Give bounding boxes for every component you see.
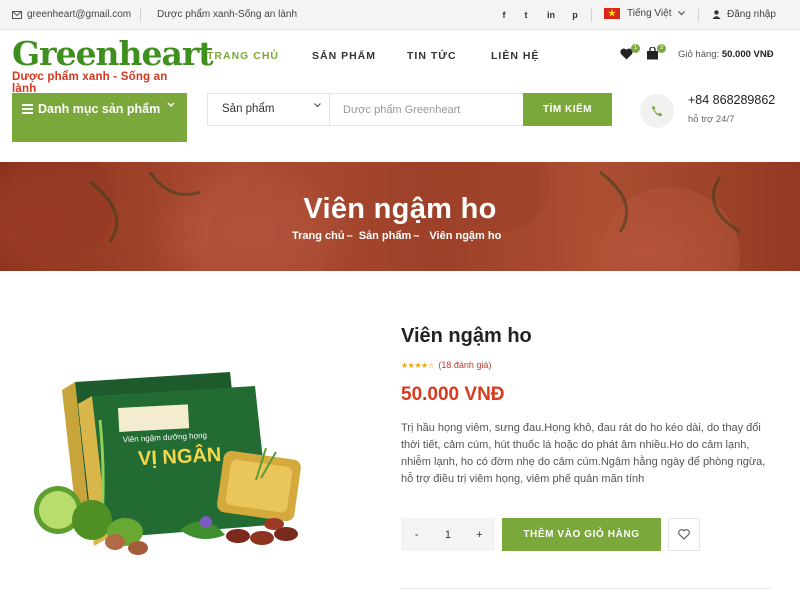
product-image[interactable]: Viên ngậm dưỡng họng VỊ NGÂN — [30, 360, 320, 560]
breadcrumb: Trang chủ – Sản phẩm – Viên ngậm ho — [292, 230, 501, 242]
email-contact[interactable]: greenheart@gmail.com — [12, 9, 131, 20]
login-label: Đăng nhập — [727, 9, 776, 20]
wishlist-button[interactable]: 1 — [620, 44, 640, 61]
review-count: (18 đánh giá) — [438, 360, 492, 370]
divider — [698, 8, 699, 22]
linkedin-icon[interactable]: in — [543, 8, 559, 22]
quantity-decrease-button[interactable]: - — [401, 529, 432, 541]
language-selector[interactable]: Tiếng Việt — [604, 8, 686, 19]
cart-label: Giỏ hàng: — [678, 49, 720, 60]
quantity-increase-button[interactable]: + — [464, 529, 495, 541]
site-logo[interactable]: Greenheart Dược phẩm xanh - Sống an lành — [12, 34, 214, 95]
support-hours: hỗ trợ 24/7 — [688, 114, 735, 125]
quantity-stepper: - 1 + — [401, 518, 495, 551]
divider — [140, 8, 141, 22]
search-button[interactable]: TÌM KIẾM — [523, 93, 612, 126]
search-category-value: Sản phẩm — [222, 103, 275, 115]
category-menu-button[interactable]: Danh mục sản phẩm — [12, 93, 187, 142]
user-icon — [712, 10, 721, 19]
envelope-icon — [12, 10, 22, 19]
facebook-icon[interactable]: f — [496, 8, 512, 22]
login-link[interactable]: Đăng nhập — [712, 9, 776, 20]
phone-icon-circle — [640, 94, 674, 128]
quantity-value[interactable]: 1 — [432, 529, 463, 541]
nav-home[interactable]: TRANG CHỦ — [207, 50, 279, 62]
chevron-down-icon — [167, 102, 175, 108]
header-actions: 1 3 — [620, 44, 666, 61]
search-category-select[interactable]: Sản phẩm — [208, 94, 330, 125]
language-label: Tiếng Việt — [627, 8, 672, 19]
search-input[interactable] — [331, 94, 526, 125]
top-bar: greenheart@gmail.com Dược phẩm xanh-Sống… — [0, 0, 800, 30]
divider — [591, 8, 592, 22]
breadcrumb-separator: – — [413, 230, 420, 242]
breadcrumb-current: Viên ngậm ho — [429, 230, 502, 242]
cart-total[interactable]: Giỏ hàng: 50.000 VNĐ — [678, 49, 774, 60]
nav-contact[interactable]: LIÊN HỆ — [491, 50, 539, 62]
product-title: Viên ngậm ho — [401, 325, 532, 347]
page-title: Viên ngậm ho — [303, 193, 497, 225]
nav-products[interactable]: SẢN PHẨM — [312, 50, 376, 62]
category-menu-label: Danh mục sản phẩm — [38, 102, 161, 116]
add-to-cart-button[interactable]: THÊM VÀO GIỎ HÀNG — [502, 518, 661, 551]
wishlist-count-badge: 1 — [631, 44, 640, 53]
vietnam-flag-icon — [604, 8, 620, 19]
chevron-down-icon — [678, 11, 686, 16]
twitter-icon[interactable]: t — [518, 8, 534, 22]
breadcrumb-separator: – — [346, 230, 353, 242]
add-to-wishlist-button[interactable] — [668, 518, 700, 551]
cart-count-badge: 3 — [657, 44, 666, 53]
hamburger-icon — [22, 104, 33, 116]
product-price: 50.000 VNĐ — [401, 384, 505, 405]
product-description: Trị hầu họng viêm, sưng đau.Họng khô, đa… — [401, 422, 766, 485]
product-rating[interactable]: ★★★★☆ (18 đánh giá) — [401, 360, 491, 370]
nav-news[interactable]: TIN TỨC — [407, 50, 457, 62]
cart-button[interactable]: 3 — [646, 44, 666, 61]
cart-amount: 50.000 VNĐ — [721, 49, 774, 60]
logo-name: Greenheart — [12, 34, 214, 73]
search-bar: Sản phẩm TÌM KIẾM — [207, 93, 612, 126]
pinterest-icon[interactable]: p — [567, 8, 583, 22]
breadcrumb-home[interactable]: Trang chủ — [292, 230, 345, 242]
chevron-down-icon — [314, 103, 321, 108]
email-text: greenheart@gmail.com — [27, 9, 132, 20]
phone-number[interactable]: +84 868289862 — [688, 93, 775, 107]
rating-stars-icon: ★★★★☆ — [401, 360, 435, 370]
divider — [401, 588, 771, 589]
breadcrumb-products[interactable]: Sản phẩm — [359, 230, 412, 242]
phone-icon — [651, 105, 663, 117]
logo-tagline: Dược phẩm xanh - Sống an lành — [12, 71, 168, 95]
top-slogan: Dược phẩm xanh-Sống an lành — [157, 9, 297, 20]
heart-outline-icon — [678, 529, 690, 540]
